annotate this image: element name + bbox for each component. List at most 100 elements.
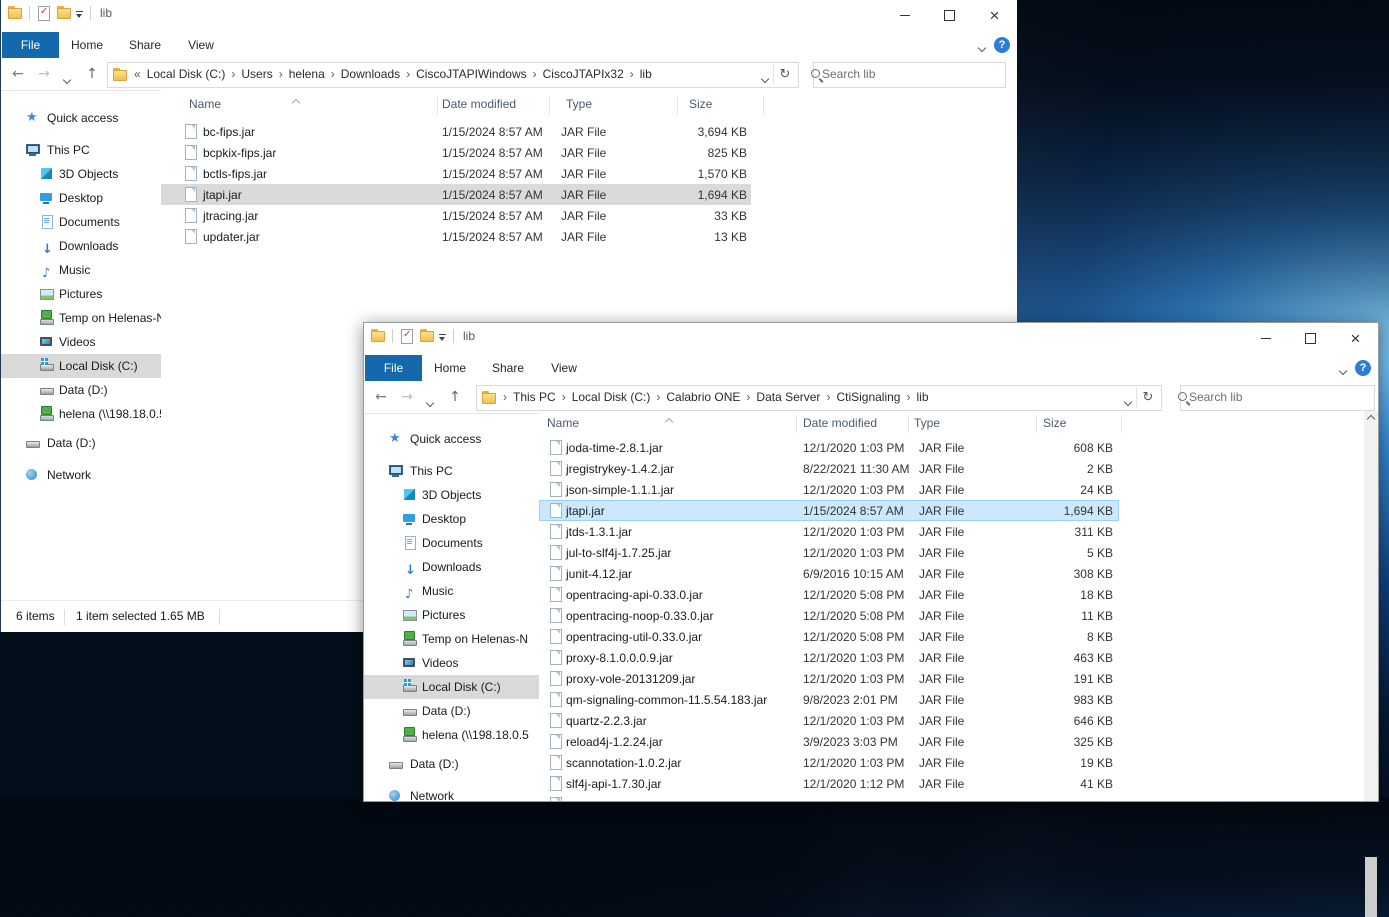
- file-row-updater-jar[interactable]: updater.jar1/15/2024 8:57 AMJAR File13 K…: [161, 226, 751, 247]
- file-row-junit-4-12-jar[interactable]: junit-4.12.jar6/9/2016 10:15 AMJAR File3…: [539, 563, 1119, 584]
- search-input[interactable]: [1181, 386, 1354, 408]
- breadcrumb-item-data-server[interactable]: Data Server: [756, 390, 820, 404]
- column-divider[interactable]: [1121, 415, 1122, 433]
- back-button[interactable]: ←: [7, 63, 29, 85]
- sidebar-item-quick-access[interactable]: Quick access: [364, 427, 539, 451]
- breadcrumb-item-ctisignaling[interactable]: CtiSignaling: [836, 390, 900, 404]
- properties-icon[interactable]: [36, 5, 52, 21]
- sidebar-item-network[interactable]: Network: [364, 784, 539, 801]
- file-row-bc-fips-jar[interactable]: bc-fips.jar1/15/2024 8:57 AMJAR File3,69…: [161, 121, 751, 142]
- sidebar-item-music[interactable]: Music: [1, 258, 161, 282]
- sidebar-item-documents[interactable]: Documents: [364, 531, 539, 555]
- recent-locations-button[interactable]: [59, 67, 75, 89]
- titlebar[interactable]: lib ×: [1, 0, 1017, 32]
- file-row-jregistrykey-1-4-2-jar[interactable]: jregistrykey-1.4.2.jar8/22/2021 11:30 AM…: [539, 458, 1119, 479]
- search-icon[interactable]: [1176, 390, 1192, 406]
- address-dropdown-icon[interactable]: [1125, 394, 1131, 408]
- file-row-joda-time-2-8-1-jar[interactable]: joda-time-2.8.1.jar12/1/2020 1:03 PMJAR …: [539, 437, 1119, 458]
- breadcrumb-item-this-pc[interactable]: This PC: [513, 390, 556, 404]
- new-folder-icon[interactable]: [419, 328, 435, 344]
- maximize-button[interactable]: [1288, 323, 1333, 353]
- close-button[interactable]: ×: [972, 0, 1017, 30]
- sidebar-item-3d-objects[interactable]: 3D Objects: [1, 162, 161, 186]
- file-row-quartz-2-2-3-jar[interactable]: quartz-2.2.3.jar12/1/2020 1:03 PMJAR Fil…: [539, 710, 1119, 731]
- file-row-opentracing-noop-0-33-0-jar[interactable]: opentracing-noop-0.33.0.jar12/1/2020 5:0…: [539, 605, 1119, 626]
- tab-share[interactable]: Share: [123, 32, 167, 58]
- tab-home[interactable]: Home: [428, 355, 472, 381]
- address-dropdown-icon[interactable]: [762, 71, 768, 85]
- breadcrumb-item-downloads[interactable]: Downloads: [341, 67, 400, 81]
- titlebar[interactable]: lib ×: [364, 323, 1378, 355]
- file-row-jtapi-jar[interactable]: jtapi.jar1/15/2024 8:57 AMJAR File1,694 …: [539, 500, 1119, 521]
- breadcrumb-item-local-disk-c[interactable]: Local Disk (C:): [147, 67, 226, 81]
- forward-button[interactable]: →: [33, 63, 55, 85]
- file-row-jtds-1-3-1-jar[interactable]: jtds-1.3.1.jar12/1/2020 1:03 PMJAR File3…: [539, 521, 1119, 542]
- address-bar[interactable]: «Local Disk (C:)›Users›helena›Downloads›…: [107, 62, 799, 88]
- breadcrumb-item-calabrio-one[interactable]: Calabrio ONE: [666, 390, 740, 404]
- sidebar-item-downloads[interactable]: Downloads: [1, 234, 161, 258]
- sidebar-item-local-disk-c[interactable]: Local Disk (C:): [1, 354, 161, 378]
- forward-button[interactable]: →: [396, 386, 418, 408]
- sidebar-item-desktop[interactable]: Desktop: [1, 186, 161, 210]
- sidebar-item-quick-access[interactable]: Quick access: [1, 106, 161, 130]
- column-header-size[interactable]: Size: [689, 97, 712, 111]
- sidebar-item-data-d[interactable]: Data (D:): [364, 699, 539, 723]
- file-row-jtracing-jar[interactable]: jtracing.jar1/15/2024 8:57 AMJAR File33 …: [161, 205, 751, 226]
- sidebar-item-local-disk-c[interactable]: Local Disk (C:): [364, 675, 539, 699]
- breadcrumb-item-helena[interactable]: helena: [289, 67, 325, 81]
- column-header-type[interactable]: Type: [914, 416, 940, 430]
- breadcrumb-item-ciscojtapix32[interactable]: CiscoJTAPIx32: [543, 67, 624, 81]
- file-row-json-simple-1-1-1-jar[interactable]: json-simple-1.1.1.jar12/1/2020 1:03 PMJA…: [539, 479, 1119, 500]
- sidebar-item-downloads[interactable]: Downloads: [364, 555, 539, 579]
- tab-share[interactable]: Share: [486, 355, 530, 381]
- sidebar-item-documents[interactable]: Documents: [1, 210, 161, 234]
- sidebar-item-temp-on-helenas-n[interactable]: Temp on Helenas-N: [364, 627, 539, 651]
- expand-ribbon-icon[interactable]: [1340, 363, 1346, 377]
- back-button[interactable]: ←: [370, 386, 392, 408]
- close-button[interactable]: ×: [1333, 323, 1378, 353]
- file-row-bctls-fips-jar[interactable]: bctls-fips.jar1/15/2024 8:57 AMJAR File1…: [161, 163, 751, 184]
- sidebar-item-this-pc[interactable]: This PC: [364, 459, 539, 483]
- minimize-button[interactable]: [1243, 323, 1288, 353]
- sidebar-item-videos[interactable]: Videos: [1, 330, 161, 354]
- maximize-button[interactable]: [927, 0, 972, 30]
- help-icon[interactable]: ?: [1355, 360, 1371, 376]
- column-divider[interactable]: [437, 96, 438, 114]
- file-row-proxy-vole-20131209-jar[interactable]: proxy-vole-20131209.jar12/1/2020 1:03 PM…: [539, 668, 1119, 689]
- tab-view[interactable]: View: [181, 32, 221, 58]
- file-row-opentracing-util-0-33-0-jar[interactable]: opentracing-util-0.33.0.jar12/1/2020 5:0…: [539, 626, 1119, 647]
- breadcrumb-item-lib[interactable]: lib: [916, 390, 928, 404]
- file-row-proxy-8-1-0-0-0-9-jar[interactable]: proxy-8.1.0.0.0.9.jar12/1/2020 1:03 PMJA…: [539, 647, 1119, 668]
- breadcrumb-item-lib[interactable]: lib: [640, 67, 652, 81]
- up-button[interactable]: ↑: [444, 386, 466, 408]
- tab-view[interactable]: View: [544, 355, 584, 381]
- up-button[interactable]: ↑: [81, 63, 103, 85]
- file-row-reload4j-1-2-24-jar[interactable]: reload4j-1.2.24.jar3/9/2023 3:03 PMJAR F…: [539, 731, 1119, 752]
- file-row-slf4j-api-1-7-30-jar[interactable]: slf4j-api-1.7.30.jar12/1/2020 1:12 PMJAR…: [539, 773, 1119, 794]
- sidebar-item-this-pc[interactable]: This PC: [1, 138, 161, 162]
- column-header-date-modified[interactable]: Date modified: [442, 97, 516, 111]
- search-icon[interactable]: [809, 67, 825, 83]
- recent-locations-button[interactable]: [422, 390, 438, 412]
- breadcrumb-item-ciscojtapiwindows[interactable]: CiscoJTAPIWindows: [416, 67, 526, 81]
- refresh-icon[interactable]: ↻: [776, 64, 794, 86]
- breadcrumb-item-local-disk-c[interactable]: Local Disk (C:): [572, 390, 651, 404]
- minimize-button[interactable]: [882, 0, 927, 30]
- column-divider[interactable]: [549, 96, 550, 114]
- column-divider[interactable]: [1036, 415, 1037, 433]
- sidebar-item-data-d[interactable]: Data (D:): [364, 752, 539, 776]
- scroll-up-icon[interactable]: [1364, 411, 1378, 427]
- sidebar-item-temp-on-helenas-n[interactable]: Temp on Helenas-N: [1, 306, 161, 330]
- file-row-scannotation-1-0-2-jar[interactable]: scannotation-1.0.2.jar12/1/2020 1:03 PMJ…: [539, 752, 1119, 773]
- tab-file[interactable]: File: [365, 355, 422, 381]
- column-divider[interactable]: [677, 96, 678, 114]
- file-row-partial[interactable]: [539, 794, 1119, 801]
- vertical-scrollbar[interactable]: [1364, 411, 1378, 801]
- sidebar-item-3d-objects[interactable]: 3D Objects: [364, 483, 539, 507]
- scrollbar-thumb[interactable]: [1365, 857, 1377, 917]
- tab-home[interactable]: Home: [65, 32, 109, 58]
- sidebar-item-pictures[interactable]: Pictures: [1, 282, 161, 306]
- column-divider[interactable]: [908, 415, 909, 433]
- properties-icon[interactable]: [399, 328, 415, 344]
- expand-ribbon-icon[interactable]: [979, 40, 985, 54]
